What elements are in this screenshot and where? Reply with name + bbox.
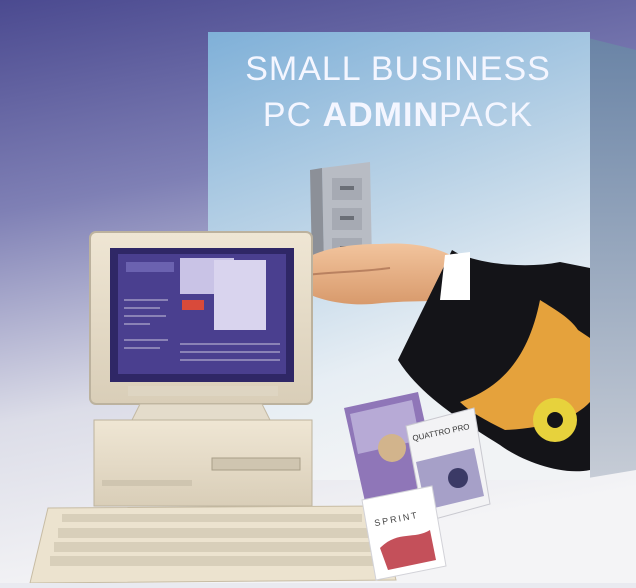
box-title-prefix: PC bbox=[262, 96, 323, 134]
advert-scene: SMALL BUSINESS PC ADMINPACK QUATTRO PRO … bbox=[0, 0, 636, 584]
box-title-suffix: PACK bbox=[439, 96, 534, 134]
box-title-line1: SMALL BUSINESS bbox=[245, 50, 551, 88]
box-title-line2: PC ADMINPACK bbox=[210, 96, 586, 135]
computer-icon bbox=[89, 231, 313, 507]
cufflink-icon bbox=[533, 398, 577, 442]
keyboard-icon bbox=[29, 505, 397, 584]
box-title-bold: ADMIN bbox=[322, 96, 440, 134]
